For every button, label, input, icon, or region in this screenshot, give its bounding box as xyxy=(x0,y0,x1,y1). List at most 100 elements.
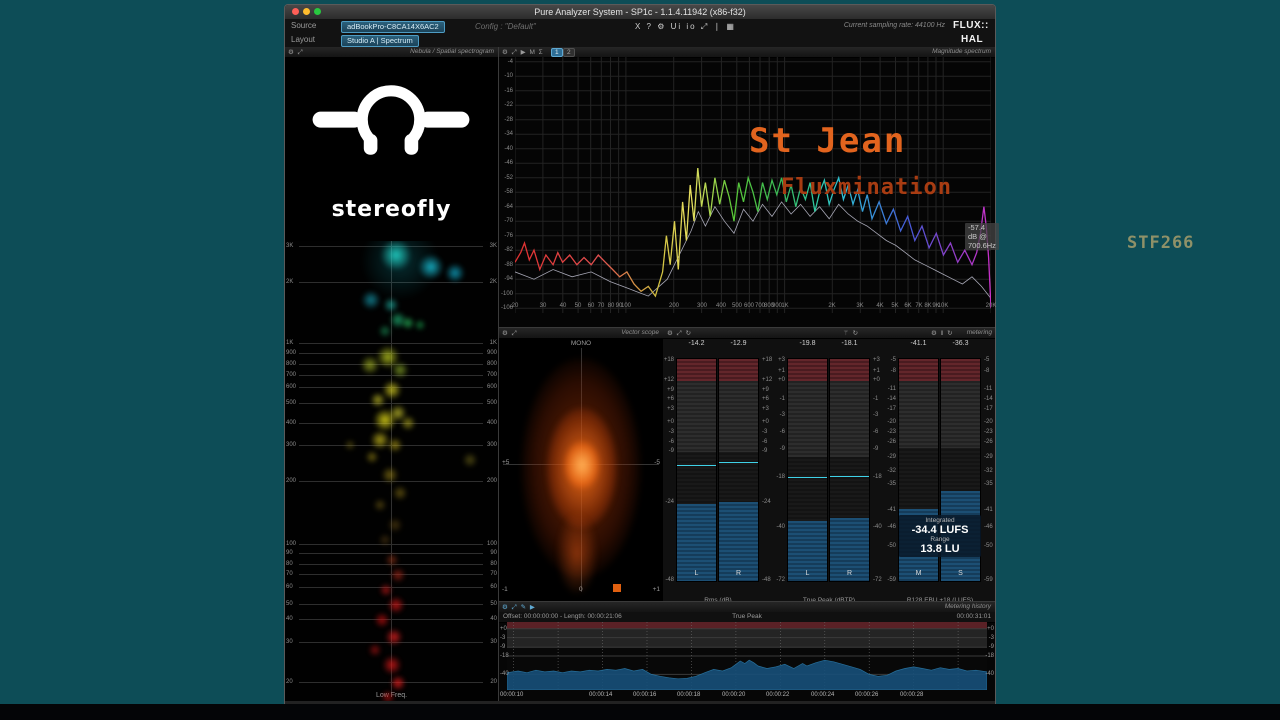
meter-scale-tick: -35 xyxy=(887,481,896,487)
meter-peak-value: -19.8 xyxy=(799,340,816,347)
meter-scale-tick: -26 xyxy=(887,439,896,445)
meter-bar-L[interactable]: L xyxy=(676,358,717,582)
vectorscope-display[interactable]: MONO +5 -5 -1 0 +1 xyxy=(499,338,663,602)
title-bar[interactable]: Pure Analyzer System - SP1c - 1.1.4.1194… xyxy=(285,5,995,20)
spectrum-toolbar-icons[interactable]: ⚙ ⤢ ▶ M Σ xyxy=(502,48,544,57)
meter-scale-tick: +0 xyxy=(873,377,880,383)
meter-bar-R[interactable]: R xyxy=(718,358,759,582)
meter-group: +18 +12 +9 +6 +3 +0 -3 -6 -9 -24 -48 +18 +12 +9 +6 +3 +0… xyxy=(663,338,773,604)
meter-scale-tick: +0 xyxy=(762,419,769,425)
vectorscope-panel-title: Vector scope xyxy=(621,329,659,336)
meter-scale-tick: -6 xyxy=(762,439,768,445)
sampling-rate-text: Current sampling rate: 44100 Hz xyxy=(843,22,945,29)
meter-scale-tick: -50 xyxy=(984,543,993,549)
meter-scale-tick: -18 xyxy=(873,474,882,480)
meter-scale-tick: -26 xyxy=(984,439,993,445)
nebula-freq-tick-left: 60 xyxy=(286,584,293,590)
vectorscope-settings-icon[interactable]: ⚙ ⤢ xyxy=(502,329,518,338)
meter-scale-tick: +3 xyxy=(762,406,769,412)
meter-scale-tick: -59 xyxy=(887,577,896,583)
window-resize-strip[interactable] xyxy=(285,701,995,704)
meter-scale-tick: -20 xyxy=(887,419,896,425)
meter-group: -5 -8 -11 -14 -17 -20 -23 -26 -29 -32 -35 -41 -46 -50… xyxy=(885,338,995,604)
vectorscope-axis-bottom-right: +1 xyxy=(652,586,660,593)
nebula-settings-icon[interactable]: ⚙ ⤢ xyxy=(288,48,304,57)
meter-scale-right: +3 +1 +0 -1 -3 -6 -9 -18 -40 -72 xyxy=(872,357,884,583)
meter-channel-label: L xyxy=(805,570,810,577)
nebula-freq-tick-right: 300 xyxy=(486,442,497,448)
nebula-freq-tick-left: 500 xyxy=(286,400,297,406)
nebula-gridline xyxy=(299,403,483,404)
meter-peak-value: -14.2 xyxy=(688,340,705,347)
meter-peak-hold-line xyxy=(677,464,716,466)
history-chart[interactable] xyxy=(507,622,987,690)
meter-scale-right: +18 +12 +9 +6 +3 +0 -3 -6 -9 -24 -48 xyxy=(761,357,773,583)
vectorscope-axis-right: -5 xyxy=(654,459,660,466)
meter-scale-tick: +12 xyxy=(663,377,674,383)
nebula-freq-tick-left: 1K xyxy=(286,340,294,346)
layout-label: Layout xyxy=(291,35,316,44)
nebula-freq-tick-left: 70 xyxy=(286,571,293,577)
meter-scale-tick: -17 xyxy=(887,406,896,412)
history-time-label: 00:00:22 xyxy=(766,692,790,698)
meter-bar-L[interactable]: L xyxy=(787,358,828,582)
spectrum-view1-button[interactable]: 1 xyxy=(551,48,563,57)
meter-scale-tick: -9 xyxy=(779,446,785,452)
nebula-freq-tick-right: 3K xyxy=(489,243,497,249)
source-device-button[interactable]: adBookPro-C8CA14X6AC2 xyxy=(341,21,445,33)
meter-peak-hold-line xyxy=(719,461,758,463)
nebula-freq-tick-left: 600 xyxy=(286,384,297,390)
stereofly-logo: stereofly xyxy=(285,57,498,241)
history-db-tick-right: +0 xyxy=(987,626,994,632)
meter-scale-tick: -29 xyxy=(984,454,993,460)
nebula-freq-tick-right: 2K xyxy=(489,279,497,285)
spectrum-cursor-readout: -57.4 dB @ 700.6Hz xyxy=(965,223,999,250)
hal-logo: HAL xyxy=(961,34,984,45)
vectorscope-marker[interactable] xyxy=(613,584,621,592)
spectrum-db-tick: -40 xyxy=(504,146,513,152)
meter-scale-right: -5 -8 -11 -14 -17 -20 -23 -26 -29 -32 -35 -41 -46 -50… xyxy=(983,357,995,583)
nebula-energy-blob xyxy=(385,628,403,646)
meter-peak-value: -41.1 xyxy=(910,340,927,347)
nebula-energy-blob xyxy=(365,450,379,464)
nebula-freq-tick-right: 500 xyxy=(486,400,497,406)
meter-scale-tick: +0 xyxy=(778,377,785,383)
meter-scale-tick: -72 xyxy=(873,577,882,583)
nebula-freq-tick-left: 30 xyxy=(286,639,293,645)
nebula-freq-tick-left: 3K xyxy=(286,243,294,249)
nebula-freq-tick-left: 40 xyxy=(286,616,293,622)
nebula-freq-tick-left: 900 xyxy=(286,350,297,356)
source-label: Source xyxy=(291,21,317,30)
toolbar-icon-strip[interactable]: X ? ⚙ Ui io ⤢ ❘ ▦ xyxy=(635,22,736,32)
nebula-freq-tick-left: 2K xyxy=(286,279,294,285)
spectrum-overlay-subtitle: Fluxmination xyxy=(781,175,952,200)
nebula-energy-blob xyxy=(390,567,406,583)
nebula-freq-tick-right: 60 xyxy=(490,584,497,590)
history-time-label: 00:00:24 xyxy=(811,692,835,698)
nebula-gridline xyxy=(299,375,483,376)
meter-groups: +18 +12 +9 +6 +3 +0 -3 -6 -9 -24 -48 +18 +12 +9 +6 +3 +0… xyxy=(663,328,995,604)
nebula-freq-tick-right: 30 xyxy=(490,639,497,645)
nebula-freq-tick-right: 700 xyxy=(486,372,497,378)
meter-zone-red xyxy=(677,359,716,382)
spectrum-db-tick: -82 xyxy=(504,247,513,253)
history-toolbar-icons[interactable]: ⚙ ⤢ ✎ ▶ xyxy=(502,603,536,612)
meter-scale-tick: -20 xyxy=(984,419,993,425)
meter-bar-R[interactable]: R xyxy=(829,358,870,582)
meter-scale-tick: -8 xyxy=(890,368,896,374)
vectorscope-axis-bottom-left: -1 xyxy=(502,586,508,593)
spectrum-view2-button[interactable]: 2 xyxy=(563,48,575,57)
spectrum-db-tick: -76 xyxy=(504,233,513,239)
vectorscope-lissajous-tail xyxy=(557,514,597,594)
nebula-energy-blob xyxy=(382,655,402,675)
nebula-freq-tick-left: 80 xyxy=(286,561,293,567)
meter-scale-tick: -17 xyxy=(984,406,993,412)
nebula-freq-tick-right: 200 xyxy=(486,478,497,484)
meter-scale-tick: -9 xyxy=(762,448,768,454)
meter-scale-tick: +18 xyxy=(762,357,773,363)
meter-scale-tick: -6 xyxy=(873,429,879,435)
spectrum-db-tick: -52 xyxy=(504,175,513,181)
nebula-freq-tick-right: 90 xyxy=(490,550,497,556)
layout-preset-button[interactable]: Studio A | Spectrum xyxy=(341,35,419,47)
nebula-spectrogram[interactable]: Low Freq. 3K3K2K2K1K1K900900800800700700… xyxy=(285,241,498,701)
